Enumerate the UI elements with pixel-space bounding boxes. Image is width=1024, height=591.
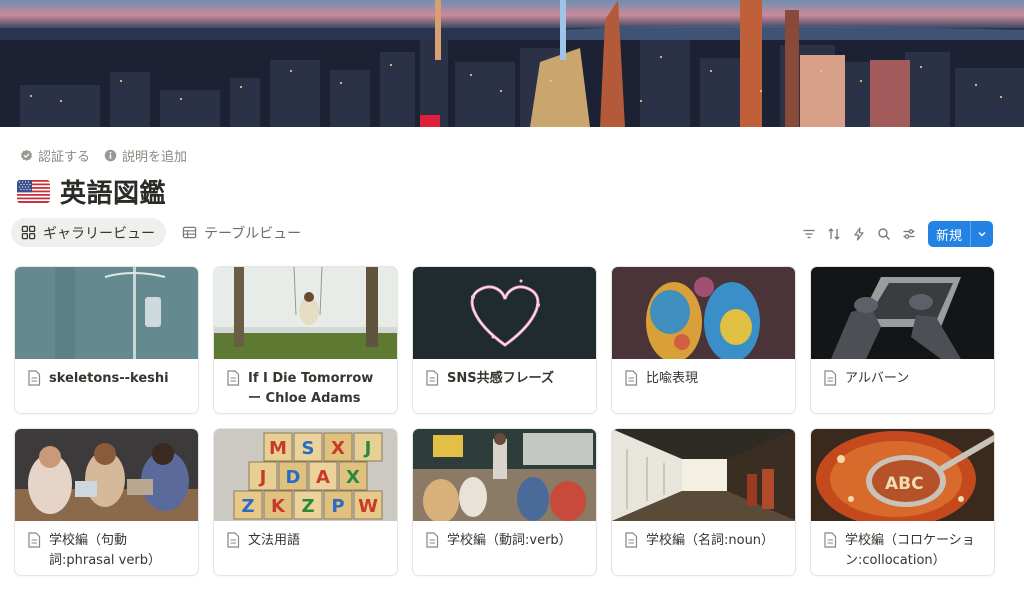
svg-text:K: K — [271, 496, 286, 517]
page-icon — [426, 370, 439, 386]
verify-button[interactable]: 認証する — [20, 146, 90, 165]
filter-icon — [803, 229, 815, 239]
page-title[interactable]: 英語図鑑 — [60, 173, 166, 210]
page-icon — [824, 532, 837, 548]
gallery-card[interactable]: 学校編（名詞:noun） — [611, 428, 796, 576]
page-icon — [824, 370, 837, 386]
automation-bolt-icon — [854, 227, 865, 241]
svg-text:P: P — [331, 496, 344, 517]
card-cover-image: ABC — [811, 429, 994, 521]
search-button[interactable] — [872, 222, 897, 247]
page-meta-actions: 認証する 説明を追加 — [20, 146, 187, 165]
svg-text:X: X — [331, 438, 345, 459]
svg-text:S: S — [302, 438, 315, 459]
search-icon — [878, 228, 891, 241]
gallery-card[interactable]: ABC 学校編（コロケーション:collocation） — [810, 428, 995, 576]
sort-button[interactable] — [822, 222, 847, 247]
gallery-grid: skeletons--keshi If I Die Tomorrow ー Chl… — [14, 266, 995, 576]
card-cover-image: ZK ZP W JD AX MS XJ — [214, 429, 397, 521]
view-tools: 新規 — [797, 221, 993, 247]
tab-gallery-view[interactable]: ギャラリービュー — [11, 218, 166, 247]
svg-text:A: A — [316, 467, 330, 488]
verified-check-icon — [21, 149, 32, 161]
automation-button[interactable] — [847, 222, 872, 247]
card-cover-image — [612, 429, 795, 521]
tab-table-label: テーブルビュー — [204, 225, 302, 242]
card-title: アルバーン — [845, 371, 910, 386]
tab-table-view[interactable]: テーブルビュー — [172, 218, 312, 247]
svg-text:ABC: ABC — [885, 474, 924, 494]
card-title: 学校編（動詞:verb） — [447, 533, 572, 548]
page-icon — [426, 532, 439, 548]
chevron-down-icon — [978, 232, 986, 237]
svg-text:W: W — [358, 496, 378, 517]
svg-text:J: J — [258, 467, 267, 488]
gallery-card[interactable]: If I Die Tomorrow ー Chloe Adams — [213, 266, 398, 414]
verify-label: 認証する — [38, 150, 91, 165]
card-title: If I Die Tomorrow ー Chloe Adams — [248, 371, 374, 406]
card-title: 学校編（コロケーション:collocation） — [845, 533, 975, 568]
card-cover-image — [15, 429, 198, 521]
view-settings-button[interactable] — [897, 222, 922, 247]
card-title: 文法用語 — [248, 533, 301, 548]
svg-text:Z: Z — [241, 496, 254, 517]
card-cover-image — [15, 267, 198, 359]
page-icon — [28, 370, 41, 386]
new-button-label[interactable]: 新規 — [928, 221, 971, 247]
table-icon — [182, 226, 197, 239]
gallery-card[interactable]: skeletons--keshi — [14, 266, 199, 414]
card-title: 学校編（句動詞:phrasal verb） — [49, 533, 161, 568]
card-title: 学校編（名詞:noun） — [646, 533, 775, 548]
card-cover-image — [413, 267, 596, 359]
us-flag-icon — [17, 180, 50, 203]
card-cover-image — [413, 429, 596, 521]
tab-gallery-label: ギャラリービュー — [43, 225, 155, 242]
cover-image — [0, 0, 1024, 127]
gallery-card[interactable]: 比喩表現 — [611, 266, 796, 414]
page-icon — [227, 370, 240, 386]
card-cover-image — [214, 267, 397, 359]
card-title: 比喩表現 — [646, 371, 699, 386]
gallery-card[interactable]: 学校編（動詞:verb） — [412, 428, 597, 576]
sort-icon — [828, 228, 841, 240]
add-description-button[interactable]: 説明を追加 — [104, 146, 187, 165]
gallery-card[interactable]: アルバーン — [810, 266, 995, 414]
new-options-button[interactable] — [971, 221, 993, 247]
gallery-card[interactable]: 学校編（句動詞:phrasal verb） — [14, 428, 199, 576]
gallery-card[interactable]: ZK ZP W JD AX MS XJ 文法用語 — [213, 428, 398, 576]
gallery-card[interactable]: SNS共感フレーズ — [412, 266, 597, 414]
page-header: 英語図鑑 — [17, 173, 166, 210]
view-tabs: ギャラリービュー テーブルビュー — [11, 218, 312, 247]
page-icon — [227, 532, 240, 548]
svg-text:Z: Z — [301, 496, 314, 517]
card-title: SNS共感フレーズ — [447, 371, 554, 386]
page-icon — [625, 532, 638, 548]
page-icon — [28, 532, 41, 548]
settings-sliders-icon — [903, 229, 915, 239]
svg-text:M: M — [269, 438, 287, 459]
svg-text:D: D — [286, 467, 301, 488]
card-title: skeletons--keshi — [49, 371, 169, 386]
card-cover-image — [811, 267, 994, 359]
card-cover-image — [612, 267, 795, 359]
add-description-label: 説明を追加 — [122, 150, 188, 165]
svg-text:X: X — [346, 467, 360, 488]
database-toolbar: ギャラリービュー テーブルビュー 新規 — [11, 218, 1011, 248]
info-icon — [104, 149, 117, 162]
filter-button[interactable] — [797, 222, 822, 247]
svg-text:J: J — [363, 438, 372, 459]
gallery-grid-icon — [21, 225, 36, 240]
page-icon — [625, 370, 638, 386]
new-button[interactable]: 新規 — [927, 221, 993, 247]
